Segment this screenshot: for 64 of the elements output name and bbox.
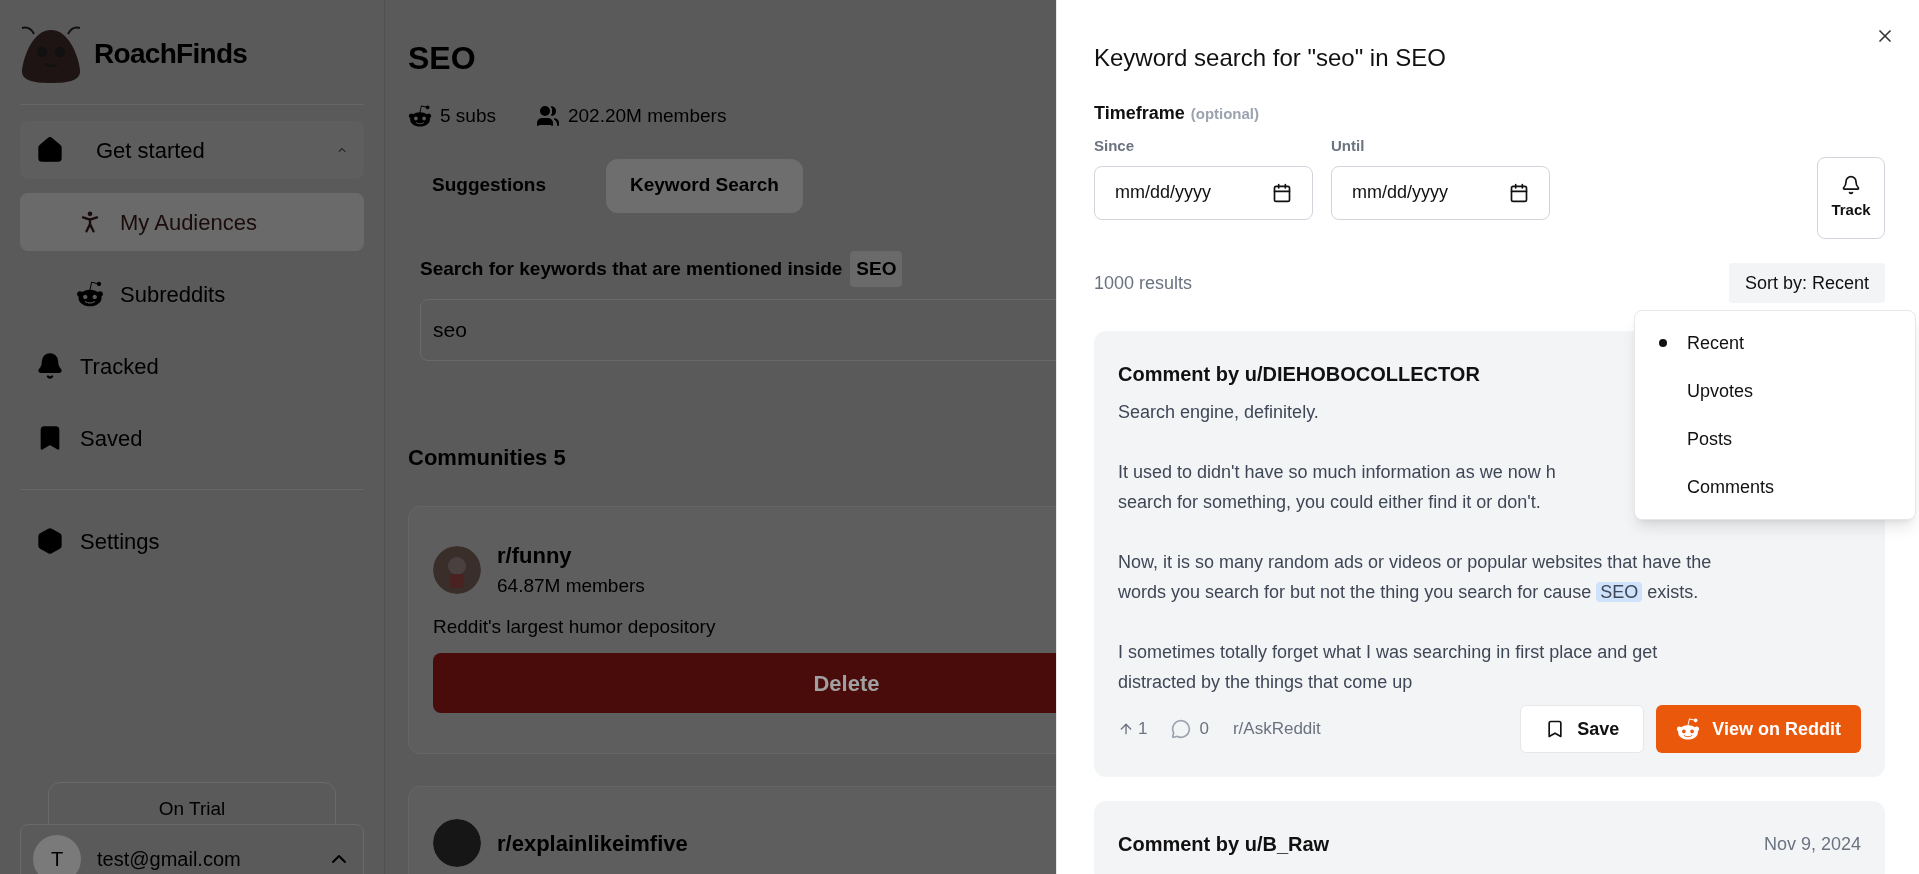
search-field[interactable]: seo <box>420 299 1056 361</box>
save-button[interactable]: Save <box>1520 705 1645 753</box>
sort-option[interactable]: Comments <box>1635 463 1915 511</box>
stat-text: 202.20M members <box>568 104 727 128</box>
upvote-icon <box>1118 721 1134 737</box>
comment-date: Nov 9, 2024 <box>1763 832 1861 856</box>
nav-item[interactable]: Subreddits <box>20 265 364 323</box>
tab[interactable]: Keyword Search <box>606 158 803 213</box>
community-name[interactable]: r/funny <box>497 539 645 572</box>
timeframe-label: Timeframe <box>1094 102 1185 125</box>
keyword-tag: SEO <box>850 250 903 287</box>
sort-option[interactable]: Posts <box>1635 415 1915 463</box>
sort-option[interactable]: Recent <box>1635 319 1915 367</box>
brand-name: RoachFinds <box>94 37 248 71</box>
calendar-icon <box>1272 182 1292 203</box>
reddit-icon <box>76 280 104 308</box>
sort-option[interactable]: Upvotes <box>1635 367 1915 415</box>
track-button[interactable]: Track <box>1817 157 1885 239</box>
date-label: Since <box>1094 136 1136 156</box>
reddit-icon <box>1676 717 1701 741</box>
comment-title: Comment by u/B_Raw <box>1118 832 1330 857</box>
date-field[interactable]: mm/dd/yyyy <box>1094 165 1313 220</box>
member-count: 64.87M members <box>497 574 645 598</box>
subreddit-link[interactable]: r/AskReddit <box>1232 716 1321 742</box>
date-field[interactable]: mm/dd/yyyy <box>1331 165 1550 220</box>
nav-item[interactable]: My Audiences <box>20 193 364 251</box>
nav-group-item[interactable]: Get started <box>20 121 364 179</box>
view-on-reddit-button[interactable]: View on Reddit <box>1656 705 1861 753</box>
bell-icon <box>36 352 64 380</box>
nav-item[interactable]: Settings <box>20 512 364 570</box>
sort-button[interactable]: Sort by: Recent <box>1728 263 1885 303</box>
community-name[interactable]: r/explainlikeimfive <box>497 826 688 860</box>
settings-icon <box>36 527 64 555</box>
comment-text: I sometimes totally forget what I was searching in first place and get distracted by the things that come up <box>1118 641 1659 694</box>
optional-hint: (optional) <box>1190 104 1260 124</box>
comment-text: Search engine, definitely. <box>1118 401 1319 424</box>
reddit-icon <box>408 104 432 129</box>
tab[interactable]: Suggestions <box>408 158 570 213</box>
stat-text: 5 subs <box>440 104 496 128</box>
comment-title: Comment by u/DIEHOBOCOLLECTOR <box>1118 362 1480 387</box>
panel-title: Keyword search for "seo" in SEO <box>1094 43 1446 73</box>
roach-logo-icon <box>20 24 82 84</box>
upvote-count: 1 <box>1138 718 1148 741</box>
search-label: Search for keywords that are mentioned inside <box>420 256 843 281</box>
section-heading: Communities 5 <box>408 444 566 472</box>
comment-count: 0 <box>1199 718 1209 741</box>
home-icon <box>36 136 64 164</box>
user-menu[interactable]: T test@gmail.com <box>20 824 364 874</box>
avatar: T <box>33 835 81 874</box>
user-email: test@gmail.com <box>97 847 242 872</box>
comment-text: Now, it is so many random ads or videos or popular websites that have the words you search for but not the thing you search for cause SEO exists. <box>1118 551 1713 604</box>
delete-button[interactable]: Delete <box>433 653 1056 713</box>
nav-item[interactable]: Saved <box>20 409 364 467</box>
community-description: Reddit's largest humor depository <box>433 614 717 639</box>
date-label: Until <box>1331 136 1366 156</box>
comment-text: It used to didn't have so much information as we now h <box>1118 461 1556 484</box>
nav-item[interactable]: Tracked <box>20 337 364 395</box>
comment-text: search for something, you could either find it or don't. <box>1118 491 1541 514</box>
page-title: SEO <box>408 39 476 78</box>
comment-icon <box>1171 719 1192 739</box>
bell-icon <box>1841 174 1861 195</box>
results-count: 1000 results <box>1094 271 1193 295</box>
users-icon <box>536 104 560 129</box>
calendar-icon <box>1509 182 1529 203</box>
